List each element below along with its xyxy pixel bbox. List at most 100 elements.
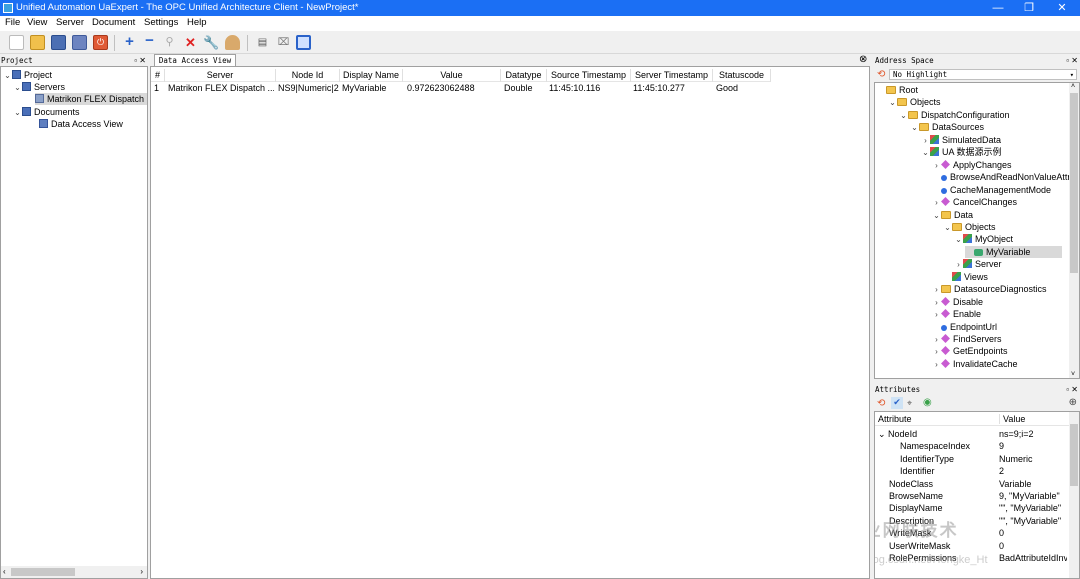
scroll-left-icon[interactable]: ‹ [3, 567, 6, 576]
collapse-arrow-icon[interactable]: ⌄ [3, 70, 12, 82]
col-header-value[interactable]: Value [403, 69, 501, 82]
scrollbar-thumb[interactable] [1070, 424, 1078, 486]
refresh-icon[interactable]: ⟲ [877, 398, 885, 409]
address-space-node[interactable]: › Enable [932, 308, 981, 320]
attribute-row[interactable]: Identifier 2 [875, 465, 1070, 477]
address-space-node[interactable]: › ApplyChanges [932, 159, 1011, 171]
maximize-button[interactable]: ❐ [1011, 0, 1047, 16]
col-header-value[interactable]: Value [999, 414, 1025, 424]
delete-document-icon[interactable]: ⌧ [276, 35, 291, 50]
address-space-node[interactable]: › Disable [932, 296, 983, 308]
collapse-arrow-icon[interactable]: ⌄ [954, 234, 963, 246]
address-space-node[interactable]: › InvalidateCache [932, 358, 1017, 371]
connect-icon[interactable]: ⚲ [162, 35, 177, 50]
tree-item-documents[interactable]: ⌄ Documents [13, 106, 80, 118]
scroll-down-icon[interactable]: ˅ [1071, 371, 1075, 378]
attribute-row[interactable]: DisplayName "", "MyVariable" [875, 502, 1070, 514]
copy-icon[interactable]: ▤ [255, 35, 270, 50]
address-space-node[interactable]: ⌄ MyObject [954, 233, 1013, 245]
attribute-row[interactable]: BrowseName 9, "MyVariable" [875, 490, 1070, 502]
user-icon[interactable] [225, 35, 240, 50]
address-space-node[interactable]: ⌄ Objects [943, 221, 995, 234]
power-icon[interactable]: ⏻ [93, 35, 108, 50]
project-horizontal-scrollbar[interactable]: ‹ › [1, 566, 147, 578]
menu-settings[interactable]: Settings [144, 17, 178, 28]
address-space-node[interactable]: › Server [954, 258, 1002, 270]
checkmark-icon[interactable]: ✔ [891, 397, 903, 409]
address-space-node[interactable]: BrowseAndReadNonValueAttri [932, 171, 1072, 183]
col-header-index[interactable]: # [151, 69, 165, 82]
expand-arrow-icon[interactable]: › [932, 359, 941, 371]
refresh-icon[interactable]: ⟲ [877, 69, 885, 80]
col-header-node-id[interactable]: Node Id [276, 69, 340, 82]
scroll-up-icon[interactable]: ˄ [1071, 83, 1075, 90]
attribute-row[interactable]: NamespaceIndex 9 [875, 440, 1070, 452]
col-header-server[interactable]: Server [165, 69, 276, 82]
expand-arrow-icon[interactable]: › [932, 297, 941, 309]
address-space-node[interactable]: CacheManagementMode [932, 184, 1051, 196]
collapse-arrow-icon[interactable]: ⌄ [899, 110, 908, 122]
col-header-source-timestamp[interactable]: Source Timestamp [547, 69, 631, 82]
address-space-node[interactable]: ⌄ Objects [888, 96, 940, 109]
panel-float-close-icon[interactable]: ▫ ✕ [134, 55, 146, 66]
menu-view[interactable]: View [27, 17, 47, 28]
collapse-arrow-icon[interactable]: ⌄ [888, 97, 897, 109]
expand-arrow-icon[interactable]: › [954, 259, 963, 271]
expand-arrow-icon[interactable]: › [932, 197, 941, 209]
address-space-vertical-scrollbar[interactable]: ˄ ˅ [1069, 83, 1079, 378]
address-space-node[interactable]: ⌄ DispatchConfiguration [899, 109, 1009, 122]
scrollbar-thumb[interactable] [1070, 93, 1078, 273]
table-row[interactable]: 1 Matrikon FLEX Dispatch ... NS9|Numeric… [151, 82, 771, 95]
col-header-datatype[interactable]: Datatype [501, 69, 547, 82]
scroll-right-icon[interactable]: › [140, 567, 143, 576]
expand-arrow-icon[interactable]: › [932, 346, 941, 358]
collapse-arrow-icon[interactable]: ⌄ [878, 429, 888, 439]
attribute-row[interactable]: ⌄ NodeId ns=9;i=2 [875, 428, 1070, 440]
address-space-node[interactable]: EndpointUrl [932, 321, 997, 333]
address-space-node[interactable]: › GetEndpoints [932, 345, 1007, 358]
save-as-icon[interactable] [72, 35, 87, 50]
pointer-icon[interactable]: ⌖ [907, 398, 912, 409]
address-space-node[interactable]: › FindServers [932, 333, 1001, 346]
attribute-row[interactable]: NodeClass Variable [875, 478, 1070, 490]
panel-float-close-icon[interactable]: ▫ ✕ [1066, 55, 1078, 66]
expand-arrow-icon[interactable]: › [932, 334, 941, 346]
col-header-server-timestamp[interactable]: Server Timestamp [631, 69, 713, 82]
add-server-icon[interactable]: + [122, 34, 137, 50]
menu-document[interactable]: Document [92, 17, 135, 28]
tree-item-project[interactable]: ⌄ Project [3, 69, 52, 81]
add-icon[interactable]: ⊕ [1069, 397, 1077, 408]
record-icon[interactable]: ◉ [923, 397, 932, 408]
menu-file[interactable]: File [5, 17, 20, 28]
tree-item-data-access-view[interactable]: Data Access View [39, 118, 123, 130]
address-space-node[interactable]: › SimulatedData [921, 134, 1001, 146]
attribute-row[interactable]: IdentifierType Numeric [875, 453, 1070, 465]
scrollbar-thumb[interactable] [11, 568, 75, 576]
save-icon[interactable] [51, 35, 66, 50]
collapse-arrow-icon[interactable]: ⌄ [932, 210, 941, 222]
dropdown-arrow-icon[interactable]: ▾ [1070, 70, 1074, 80]
tree-item-servers[interactable]: ⌄ Servers [13, 81, 65, 93]
new-project-icon[interactable] [9, 35, 24, 50]
address-space-node[interactable]: › DatasourceDiagnostics [932, 283, 1046, 296]
expand-arrow-icon[interactable]: › [921, 135, 930, 147]
close-view-icon[interactable]: ⊗ [859, 54, 867, 65]
collapse-arrow-icon[interactable]: ⌄ [13, 82, 22, 94]
address-space-node[interactable]: MyVariable [965, 245, 1062, 258]
address-space-node[interactable]: ⌄ Data [932, 209, 973, 221]
menu-server[interactable]: Server [56, 17, 84, 28]
collapse-arrow-icon[interactable]: ⌄ [13, 107, 22, 119]
col-header-attribute[interactable]: Attribute [878, 414, 912, 424]
tree-item-server[interactable]: Matrikon FLEX Dispatch [35, 93, 147, 105]
window-icon[interactable] [296, 35, 311, 50]
col-header-statuscode[interactable]: Statuscode [713, 69, 771, 82]
expand-arrow-icon[interactable]: › [932, 284, 941, 296]
remove-server-icon[interactable]: − [142, 33, 157, 50]
settings-wrench-icon[interactable]: 🔧 [203, 35, 219, 50]
collapse-arrow-icon[interactable]: ⌄ [910, 122, 919, 134]
collapse-arrow-icon[interactable]: ⌄ [943, 222, 952, 234]
tab-data-access-view[interactable]: Data Access View [154, 54, 236, 66]
address-space-node[interactable]: › CancelChanges [932, 196, 1017, 208]
address-space-node[interactable]: Root [877, 84, 918, 96]
address-space-node[interactable]: ⌄ UA 数据源示例 [921, 146, 1002, 158]
